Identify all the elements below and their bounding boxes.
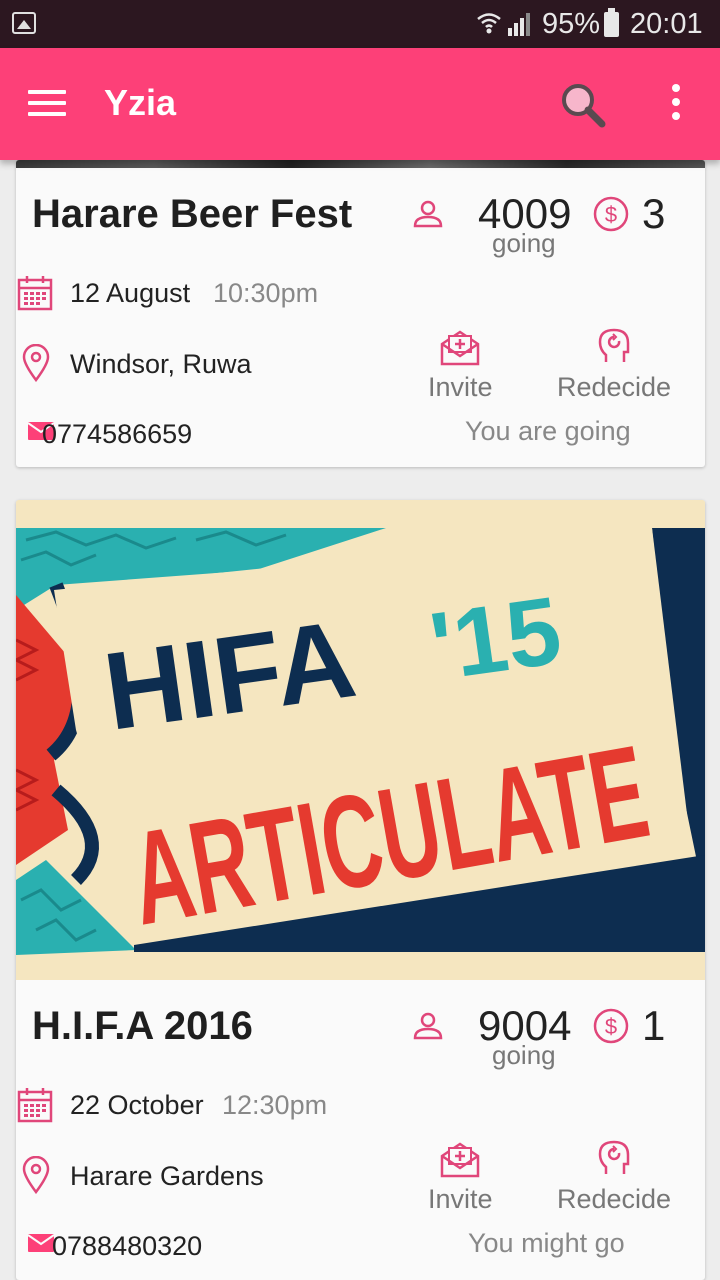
dollar-icon: $	[593, 1008, 629, 1044]
calendar-icon	[17, 1088, 53, 1123]
event-phone[interactable]: 0788480320	[52, 1231, 202, 1262]
invite-button[interactable]: Invite	[416, 328, 506, 408]
redecide-head-icon	[598, 1140, 630, 1174]
invite-label: Invite	[428, 372, 493, 402]
event-time: 10:30pm	[213, 278, 319, 308]
more-vert-icon[interactable]	[664, 84, 688, 124]
location-pin-icon	[22, 344, 50, 382]
calendar-icon	[17, 276, 53, 311]
invite-label: Invite	[428, 1184, 493, 1214]
rsvp-status: You might go	[468, 1228, 625, 1258]
clock: 20:01	[630, 8, 703, 40]
price-value: 3	[642, 190, 666, 237]
poster-year: '15	[424, 577, 567, 701]
invite-button[interactable]: Invite	[416, 1140, 506, 1220]
event-date: 12 August	[70, 278, 191, 308]
event-date: 22 October	[70, 1090, 204, 1120]
event-details: Harare Beer Fest 4009 going $ 3 12 Augus…	[16, 168, 705, 467]
going-label: going	[492, 1040, 556, 1070]
event-image	[16, 160, 705, 168]
event-time: 12:30pm	[222, 1090, 328, 1120]
search-icon[interactable]	[556, 78, 610, 132]
event-phone[interactable]: 0774586659	[42, 419, 192, 450]
going-label: going	[492, 228, 556, 258]
invite-envelope-icon	[440, 330, 480, 366]
event-card[interactable]: Harare Beer Fest 4009 going $ 3 12 Augus…	[16, 160, 705, 467]
redecide-head-icon	[598, 328, 630, 362]
mail-icon	[28, 1234, 54, 1252]
event-card[interactable]: HIFA '15 ARTICULATE H.I.F.A 2016 9004 go…	[16, 500, 705, 1280]
person-icon	[413, 200, 443, 228]
event-poster-image: HIFA '15 ARTICULATE	[16, 500, 705, 980]
signal-icon	[508, 13, 530, 36]
app-title: Yzia	[104, 82, 177, 123]
person-icon	[413, 1012, 443, 1040]
status-bar: 95% 20:01	[0, 0, 720, 48]
svg-text:$: $	[605, 1014, 617, 1039]
battery-percent: 95%	[542, 8, 601, 40]
battery-icon	[604, 8, 619, 37]
app-bar: Yzia	[0, 48, 720, 160]
event-title: H.I.F.A 2016	[32, 1004, 253, 1048]
wifi-icon	[477, 13, 501, 34]
price-value: 1	[642, 1002, 666, 1049]
redecide-button[interactable]: Redecide	[552, 328, 682, 408]
invite-envelope-icon	[440, 1142, 480, 1178]
redecide-label: Redecide	[557, 1184, 672, 1214]
redecide-label: Redecide	[557, 372, 672, 402]
event-venue: Harare Gardens	[70, 1161, 264, 1191]
event-title: Harare Beer Fest	[32, 192, 353, 236]
svg-text:$: $	[605, 202, 617, 227]
menu-icon[interactable]	[28, 90, 68, 118]
rsvp-status: You are going	[465, 416, 631, 446]
event-venue: Windsor, Ruwa	[70, 349, 252, 379]
location-pin-icon	[22, 1156, 50, 1194]
event-details: H.I.F.A 2016 9004 going $ 1 22 October 1…	[16, 980, 705, 1280]
gallery-icon	[12, 12, 36, 34]
redecide-button[interactable]: Redecide	[552, 1140, 682, 1220]
dollar-icon: $	[593, 196, 629, 232]
